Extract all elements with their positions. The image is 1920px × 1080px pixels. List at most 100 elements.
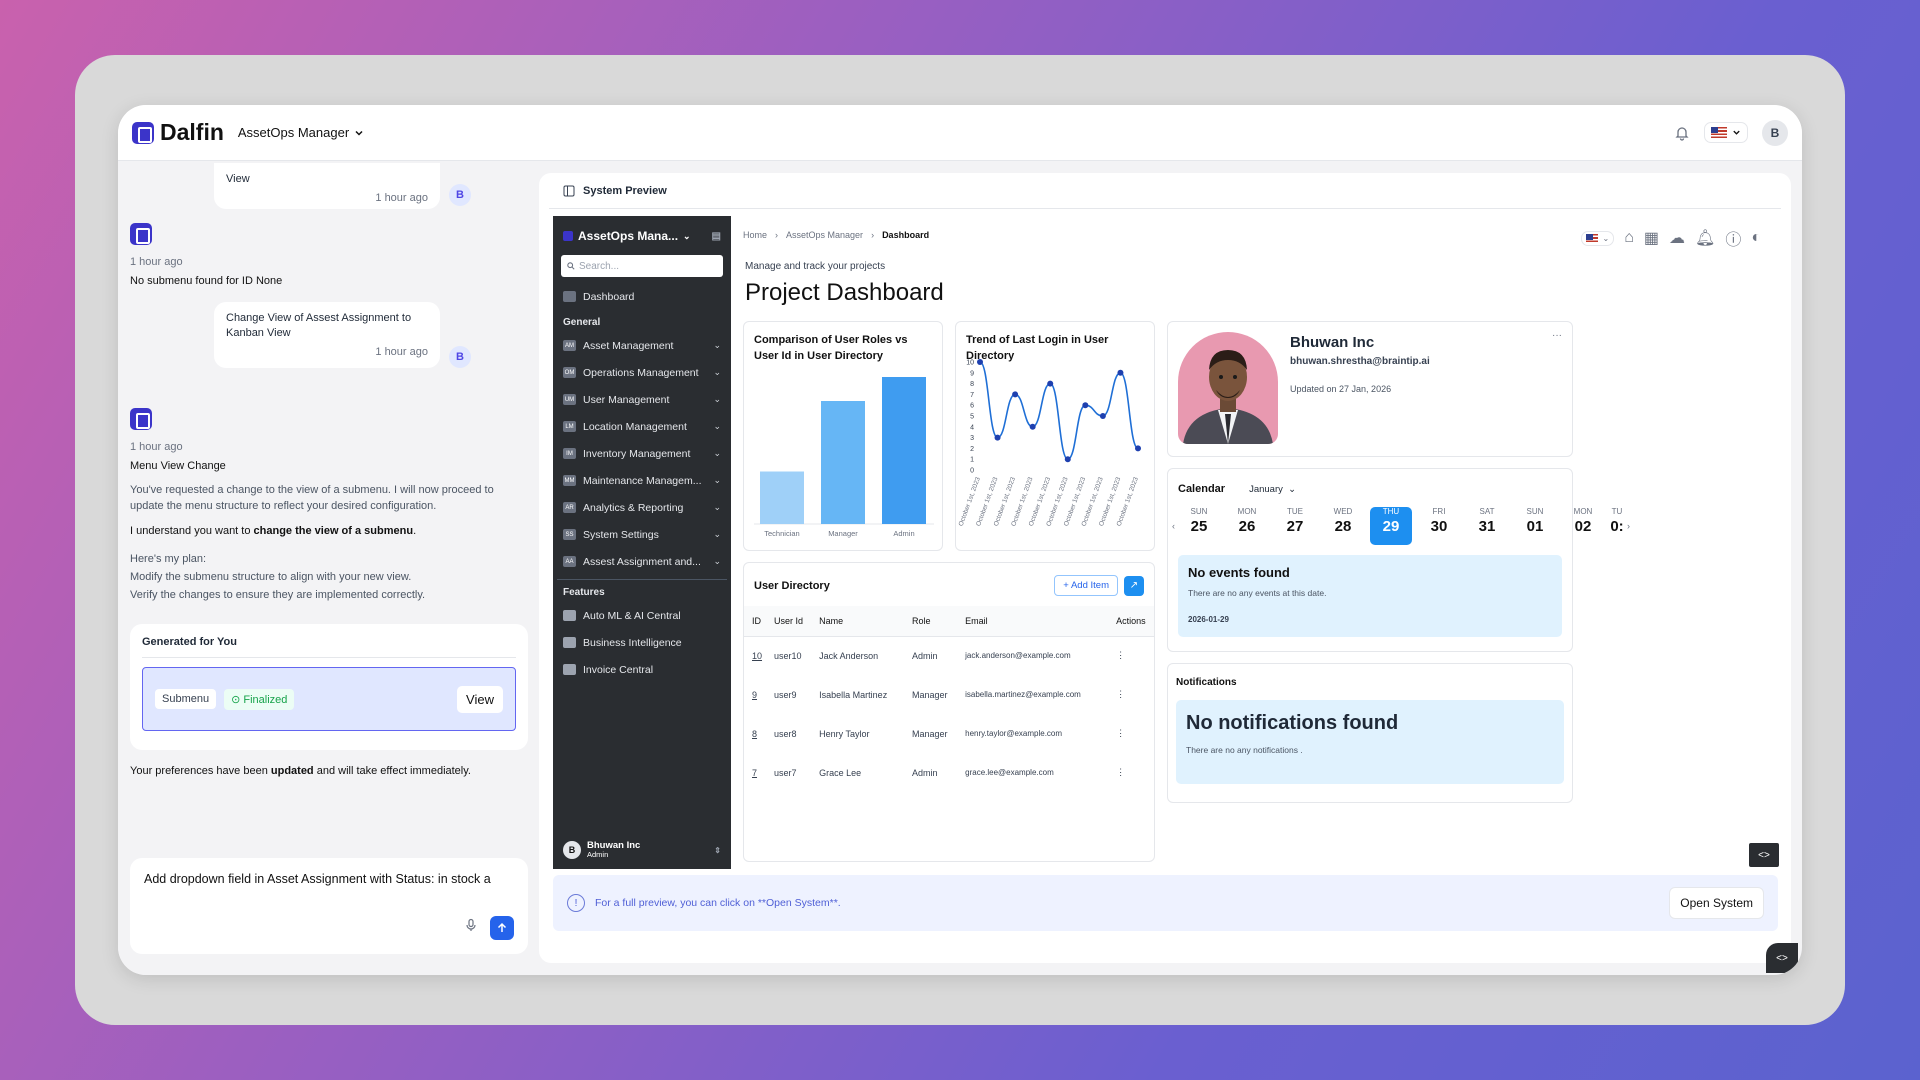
table-row[interactable]: 8 user8 Henry Taylor Manager henry.taylor@ex… [744, 714, 1154, 753]
cloud-upload-icon[interactable]: ☁ [1669, 228, 1685, 248]
sidebar-item-label: Business Intelligence [583, 636, 682, 649]
calendar-day[interactable]: THU 29 [1370, 507, 1412, 545]
sidebar-app-name: AssetOps Mana... [578, 229, 679, 243]
chevron-down-icon: ⌄ [713, 421, 721, 431]
bar [760, 471, 804, 524]
external-link-icon[interactable]: ↗ [1124, 575, 1144, 596]
home-icon[interactable]: ⌂ [1624, 229, 1634, 247]
chevron-down-icon: ⌄ [713, 367, 721, 377]
microphone-icon[interactable] [464, 918, 478, 937]
chat-input[interactable]: Add dropdown field in Asset Assignment w… [130, 858, 528, 954]
status-badge: ⊙ Finalized [224, 688, 295, 710]
code-toggle-icon[interactable]: <> [1749, 843, 1779, 867]
sidebar-item-asset-management[interactable]: AM Asset Management ⌄ [553, 332, 731, 359]
add-item-button[interactable]: + Add Item [1054, 575, 1118, 596]
column-header: Email [957, 606, 1109, 637]
sidebar-item-inventory-management[interactable]: IM Inventory Management ⌄ [553, 440, 731, 467]
calendar-day[interactable]: TU 0: [1607, 507, 1627, 545]
table-cell: user7 [773, 767, 797, 778]
language-selector[interactable] [1704, 122, 1748, 143]
collapse-icon[interactable]: ▤ [712, 231, 721, 242]
chevron-right-icon[interactable]: › [1627, 521, 1630, 531]
brand-logo[interactable]: Dalfin [132, 119, 224, 146]
bell-icon[interactable] [1674, 125, 1690, 141]
chevron-down-icon: ⌄ [713, 556, 721, 566]
more-icon[interactable]: ··· [1552, 330, 1562, 341]
calendar-day[interactable]: SUN 01 [1511, 507, 1559, 545]
user-message: Change View of Assest Assignment to Kanb… [214, 302, 440, 368]
sidebar-item-location-management[interactable]: LM Location Management ⌄ [553, 413, 731, 440]
breadcrumb-app[interactable]: AssetOps Manager [786, 230, 863, 240]
column-header: Role [903, 606, 958, 637]
sidebar-item-feature[interactable]: Invoice Central [553, 656, 731, 683]
column-header: ID [744, 606, 766, 637]
table-cell[interactable]: 9 [744, 675, 766, 714]
feature-icon [563, 610, 576, 621]
module-icon: SS [563, 529, 576, 540]
profile-updated: Updated on 27 Jan, 2026 [1290, 384, 1392, 394]
sidebar-app-selector[interactable]: AssetOps Mana... ⌄ ▤ [553, 216, 731, 243]
view-button[interactable]: View [457, 685, 503, 713]
table-cell[interactable]: 7 [744, 753, 766, 792]
sidebar-item-dashboard[interactable]: Dashboard [553, 283, 731, 310]
table-cell[interactable]: 10 [744, 636, 766, 675]
sidebar-item-system-settings[interactable]: SS System Settings ⌄ [553, 521, 731, 548]
row-actions-icon[interactable]: ⋮ [1108, 753, 1154, 792]
message-text: View [226, 173, 250, 185]
y-tick-label: 0 [970, 468, 974, 475]
calendar-day[interactable]: SAT 31 [1463, 507, 1511, 545]
calendar-day[interactable]: TUE 27 [1271, 507, 1319, 545]
bot-avatar-icon [130, 408, 152, 430]
calendar-day[interactable]: MON 26 [1223, 507, 1271, 545]
brand-name: Dalfin [160, 119, 224, 145]
table-row[interactable]: 10 user10 Jack Anderson Admin jack.anderson@… [744, 636, 1154, 675]
submenu-tag: Submenu [155, 689, 217, 709]
month-selector[interactable]: January ⌄ [1249, 484, 1296, 495]
send-button[interactable] [490, 916, 514, 940]
row-actions-icon[interactable]: ⋮ [1108, 675, 1154, 714]
calendar-day[interactable]: WED 28 [1319, 507, 1367, 545]
panel-icon [563, 185, 575, 196]
calendar-day[interactable]: SUN 25 [1175, 507, 1223, 545]
table-row[interactable]: 7 user7 Grace Lee Admin grace.lee@example.co… [744, 753, 1154, 792]
sidebar-item-assest-assignment-and[interactable]: AA Assest Assignment and... ⌄ [553, 548, 731, 575]
table-cell: Manager [911, 689, 948, 700]
sidebar-user[interactable]: B Bhuwan Inc Admin ⇕ [563, 841, 721, 859]
data-point [977, 359, 983, 365]
breadcrumb-home[interactable]: Home [743, 230, 767, 240]
sidebar-item-operations-management[interactable]: OM Operations Management ⌄ [553, 359, 731, 386]
sidebar-item-analytics-reporting[interactable]: AR Analytics & Reporting ⌄ [553, 494, 731, 521]
palette-icon[interactable]: ◐ [1751, 229, 1761, 247]
sidebar-item-feature[interactable]: Auto ML & AI Central [553, 602, 731, 629]
row-actions-icon[interactable]: ⋮ [1108, 714, 1154, 753]
language-selector[interactable]: ⌄ [1580, 230, 1615, 246]
y-tick-label: 2 [970, 446, 974, 453]
app-selector[interactable]: AssetOps Manager [238, 125, 364, 140]
user-avatar[interactable]: B [1762, 119, 1788, 146]
help-icon[interactable]: ⓘ [1725, 226, 1741, 250]
table-cell[interactable]: 8 [744, 714, 766, 753]
app-window: Dalfin AssetOps Manager B View 1 hour ag… [118, 105, 1802, 975]
empty-title: No notifications found [1186, 712, 1399, 734]
y-tick-label: 4 [970, 424, 974, 431]
grid-icon[interactable]: ▦ [1644, 228, 1659, 248]
module-icon: IM [563, 448, 576, 459]
module-icon: AA [563, 556, 576, 567]
sidebar-item-maintenance-managem[interactable]: MM Maintenance Managem... ⌄ [553, 467, 731, 494]
sidebar-item-label: User Management [583, 393, 670, 406]
code-toggle-icon[interactable]: <> [1766, 943, 1798, 973]
calendar-day[interactable]: FRI 30 [1415, 507, 1463, 545]
data-point [1029, 423, 1036, 430]
message-time: 1 hour ago [130, 256, 183, 268]
bell-icon[interactable]: 🔔︎ [1695, 228, 1715, 248]
sidebar-search-input[interactable]: Search... [561, 255, 723, 277]
calendar-day[interactable]: MON 02 [1559, 507, 1607, 545]
open-system-button[interactable]: Open System [1669, 887, 1764, 919]
chevron-down-icon [355, 130, 363, 136]
table-cell: user8 [773, 728, 797, 739]
table-row[interactable]: 9 user9 Isabella Martinez Manager isabella.m… [744, 675, 1154, 714]
sidebar-item-feature[interactable]: Business Intelligence [553, 629, 731, 656]
row-actions-icon[interactable]: ⋮ [1108, 636, 1154, 675]
dalfin-logo-icon [132, 121, 154, 144]
sidebar-item-user-management[interactable]: UM User Management ⌄ [553, 386, 731, 413]
